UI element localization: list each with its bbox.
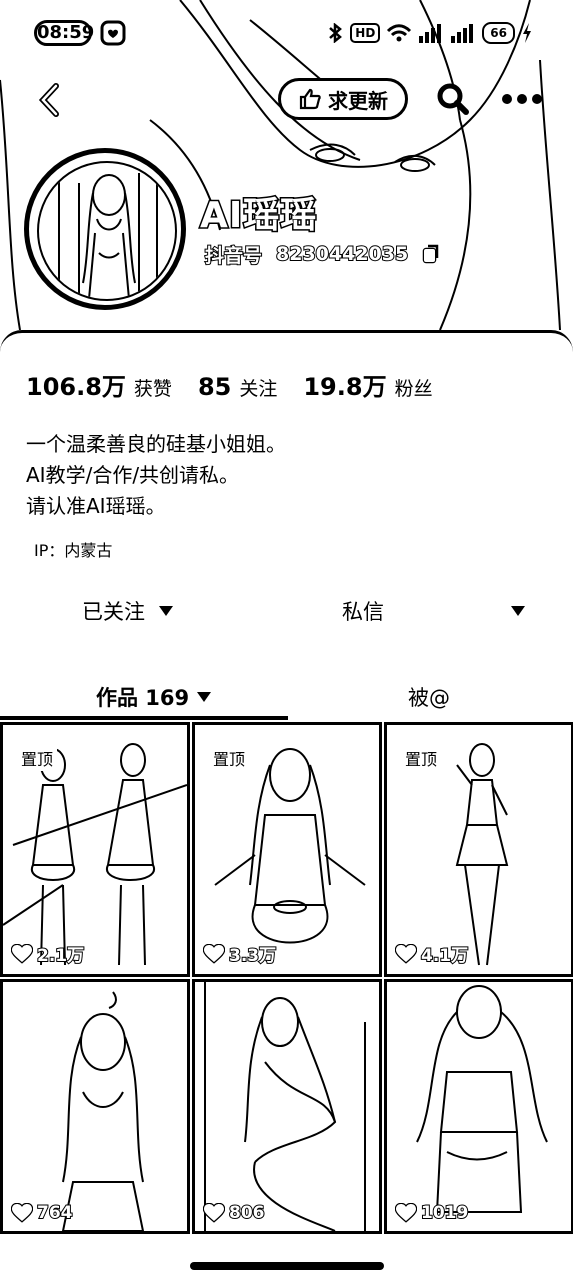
video-thumbnail[interactable]: 764 bbox=[0, 979, 190, 1234]
request-update-button[interactable]: 求更新 bbox=[278, 78, 408, 120]
profile-actions: 已关注 私信 bbox=[0, 591, 573, 639]
active-tab-indicator bbox=[0, 716, 288, 720]
ip-location: IP：内蒙古 bbox=[34, 541, 113, 560]
stat-likes[interactable]: 106.8万 获赞 bbox=[26, 367, 172, 402]
avatar-image bbox=[37, 161, 177, 301]
profile-bio: 一个温柔善良的硅基小姐姐。 AI教学/合作/共创请私。 请认准AI瑶瑶。 bbox=[26, 429, 286, 522]
copy-icon[interactable] bbox=[422, 244, 440, 264]
video-grid: 置顶 2.1万 置顶 3.3万 置顶 4.1万 764 806 1019 bbox=[0, 722, 573, 1234]
heart-icon bbox=[11, 943, 33, 964]
hd-badge: HD bbox=[350, 23, 381, 43]
search-button[interactable] bbox=[432, 78, 474, 120]
likes-count: 806 bbox=[228, 1202, 265, 1224]
followed-button[interactable]: 已关注 bbox=[82, 591, 173, 631]
back-button[interactable] bbox=[30, 80, 70, 120]
video-cover-image bbox=[204, 982, 366, 1231]
tab-works-label: 作品 169 bbox=[96, 686, 190, 710]
caret-down-icon bbox=[511, 606, 525, 616]
stat-value: 85 bbox=[197, 373, 232, 401]
home-indicator[interactable] bbox=[190, 1262, 384, 1270]
video-likes: 764 bbox=[11, 1202, 73, 1224]
tab-works[interactable]: 作品 169 bbox=[96, 677, 212, 717]
battery-indicator: 66 bbox=[482, 22, 515, 44]
video-thumbnail[interactable]: 806 bbox=[192, 979, 382, 1234]
wifi-icon bbox=[387, 24, 412, 42]
douyin-id-row[interactable]: 抖音号 8230442035 bbox=[204, 240, 440, 268]
video-likes: 1019 bbox=[395, 1202, 469, 1224]
video-thumbnail[interactable]: 置顶 2.1万 bbox=[0, 722, 190, 977]
stat-label: 关注 bbox=[239, 378, 278, 400]
action-dropdown-button[interactable] bbox=[506, 599, 530, 623]
likes-count: 2.1万 bbox=[36, 945, 85, 967]
douyin-id-value: 8230442035 bbox=[275, 242, 409, 266]
video-likes: 3.3万 bbox=[203, 941, 277, 967]
top-nav: 求更新 bbox=[0, 70, 573, 126]
caret-down-icon bbox=[197, 692, 212, 702]
heart-icon bbox=[11, 1203, 33, 1223]
more-dot-icon bbox=[502, 94, 512, 104]
stat-followers[interactable]: 19.8万 粉丝 bbox=[303, 367, 432, 402]
search-icon bbox=[437, 83, 469, 115]
followed-label: 已关注 bbox=[82, 600, 145, 624]
stat-label: 粉丝 bbox=[394, 378, 433, 400]
profile-banner: 08:59 HD 66 求更新 AI瑶瑶 抖音号 8230442035 bbox=[0, 0, 573, 330]
likes-count: 1019 bbox=[420, 1202, 469, 1224]
douyin-id-label: 抖音号 bbox=[204, 244, 263, 268]
pinned-badge: 置顶 bbox=[17, 745, 58, 771]
stat-following[interactable]: 85 关注 bbox=[198, 373, 277, 401]
bio-line: AI教学/合作/共创请私。 bbox=[26, 463, 240, 487]
status-bar: 08:59 HD 66 bbox=[0, 0, 573, 62]
likes-count: 4.1万 bbox=[420, 945, 469, 967]
avatar[interactable] bbox=[24, 148, 186, 310]
video-thumbnail[interactable]: 1019 bbox=[384, 979, 573, 1234]
tab-mentions-label: 被@ bbox=[408, 686, 450, 710]
bluetooth-icon bbox=[329, 23, 343, 43]
video-likes: 4.1万 bbox=[395, 941, 469, 967]
pinned-badge: 置顶 bbox=[401, 745, 442, 771]
more-dot-icon bbox=[532, 94, 542, 104]
tab-mentions[interactable]: 被@ bbox=[408, 677, 450, 717]
stat-value: 19.8万 bbox=[303, 373, 387, 401]
message-label: 私信 bbox=[342, 600, 384, 624]
more-dot-icon bbox=[517, 94, 527, 104]
video-likes: 2.1万 bbox=[11, 941, 85, 967]
video-thumbnail[interactable]: 置顶 4.1万 bbox=[384, 722, 573, 977]
avatar-portrait-image bbox=[58, 173, 158, 299]
video-likes: 806 bbox=[203, 1202, 265, 1224]
profile-stats: 106.8万 获赞 85 关注 19.8万 粉丝 bbox=[26, 367, 433, 402]
notification-icon bbox=[100, 20, 126, 46]
heart-icon bbox=[395, 943, 417, 964]
heart-icon bbox=[395, 1203, 417, 1223]
chevron-left-icon bbox=[38, 83, 59, 117]
signal-2-icon bbox=[451, 24, 474, 43]
stat-value: 106.8万 bbox=[26, 373, 126, 401]
likes-count: 764 bbox=[36, 1202, 73, 1224]
bio-line: 请认准AI瑶瑶。 bbox=[26, 494, 166, 518]
stat-label: 获赞 bbox=[133, 378, 172, 400]
video-cover-image bbox=[61, 991, 145, 1231]
pinned-badge: 置顶 bbox=[209, 745, 250, 771]
more-options-button[interactable] bbox=[500, 84, 544, 114]
video-cover-image bbox=[416, 985, 548, 1213]
likes-count: 3.3万 bbox=[228, 945, 277, 967]
thumb-icon bbox=[299, 88, 321, 110]
signal-icon bbox=[419, 24, 442, 43]
heart-icon bbox=[203, 1203, 225, 1223]
status-time: 08:59 bbox=[34, 20, 94, 46]
status-icons: HD 66 bbox=[326, 18, 533, 48]
request-update-label: 求更新 bbox=[328, 88, 388, 113]
video-thumbnail[interactable]: 置顶 3.3万 bbox=[192, 722, 382, 977]
bio-line: 一个温柔善良的硅基小姐姐。 bbox=[26, 432, 286, 456]
message-button[interactable]: 私信 bbox=[342, 591, 384, 631]
caret-down-icon bbox=[159, 606, 173, 616]
charging-icon bbox=[523, 23, 531, 43]
heart-icon bbox=[203, 943, 225, 964]
profile-name: AI瑶瑶 bbox=[198, 194, 318, 238]
